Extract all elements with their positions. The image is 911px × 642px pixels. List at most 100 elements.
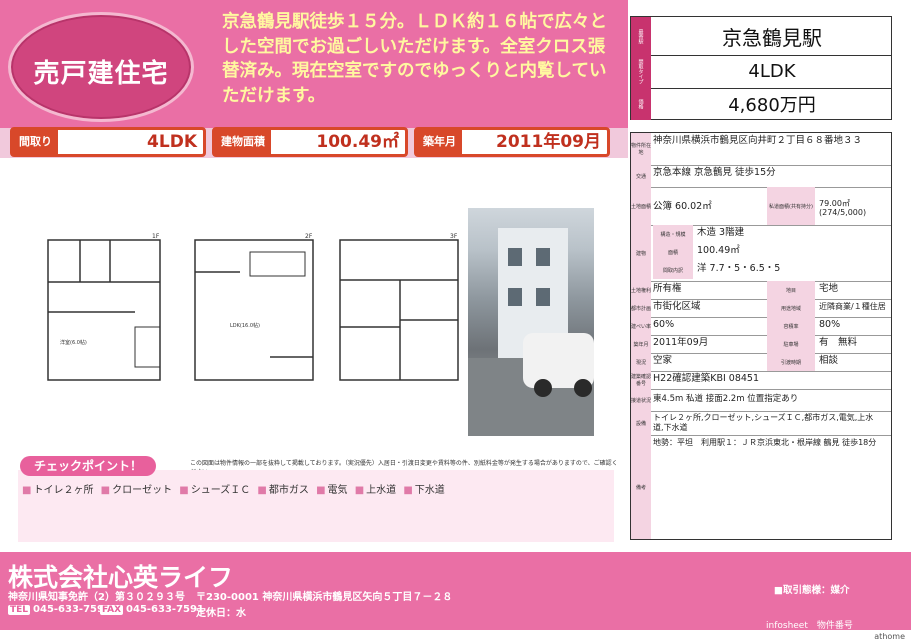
check-point-item: ■ 電気 bbox=[316, 485, 348, 496]
spec-layout-value: 4LDK bbox=[147, 132, 197, 152]
detail-value-address: 神奈川県横浜市鶴見区向井町２丁目６８番地３３ bbox=[653, 135, 863, 146]
company-tel: TEL 045-633-7590 bbox=[8, 604, 111, 615]
detail-sublabel: 構造・規模 bbox=[653, 225, 693, 243]
detail-sublabel: 引渡時期 bbox=[767, 353, 815, 371]
detail-row-equipment: 設備 トイレ２ヶ所,クローゼット,シューズＩＣ,都市ガス,電気,上水道,下水道 bbox=[631, 411, 891, 436]
summary-station-row: 最寄駅 京急鶴見駅 bbox=[631, 17, 891, 56]
detail-row-bcr: 建ぺい率 60% 容積率 80% bbox=[631, 317, 891, 336]
detail-value-parking: 有 無料 bbox=[819, 337, 858, 348]
detail-value-bcr: 60% bbox=[653, 319, 675, 330]
detail-row-traffic: 交通 京急本線 京急鶴見 徒歩15分 bbox=[631, 165, 891, 188]
detail-value-handover: 相談 bbox=[819, 355, 839, 366]
spec-layout: 間取り 4LDK bbox=[10, 127, 206, 157]
detail-label: 接道状況 bbox=[631, 389, 651, 411]
detail-value-structure: 木造 3階建 bbox=[697, 227, 745, 238]
spec-built: 築年月 2011年09月 bbox=[414, 127, 610, 157]
detail-row-building: 建物 構造・規模 木造 3階建 面積 100.49㎡ 間取内訳 洋 7.7・5・… bbox=[631, 225, 891, 282]
detail-value-land-use: 宅地 bbox=[819, 283, 839, 294]
floor-plan: 1F 2F 3F LDK(16.0帖) 洋室(6.0帖) bbox=[47, 233, 459, 381]
check-point-item: ■ 上水道 bbox=[354, 485, 397, 496]
detail-label: 物件所在地 bbox=[631, 133, 651, 165]
detail-label: 土地権利 bbox=[631, 281, 651, 299]
detail-row-land: 土地面積 公簿 60.02㎡ 私道面積(共有持分) 79.00㎡ (274/5,0… bbox=[631, 187, 891, 226]
detail-label: 現況 bbox=[631, 353, 651, 371]
company-license: 神奈川県知事免許（2）第３０２９３号 bbox=[8, 592, 185, 603]
summary-layout-row: 間取タイプ 4LDK bbox=[631, 55, 891, 89]
detail-label: 建築確認番号 bbox=[631, 371, 651, 389]
detail-row-road: 接道状況 東4.5m 私道 接面2.2m 位置指定あり bbox=[631, 389, 891, 412]
plan-label-3f: 3F bbox=[450, 233, 458, 240]
detail-label: 交通 bbox=[631, 165, 651, 187]
spec-built-value: 2011年09月 bbox=[496, 132, 601, 152]
detail-value-built: 2011年09月 bbox=[653, 337, 709, 348]
spec-layout-label: 間取り bbox=[13, 130, 58, 154]
detail-label: 設備 bbox=[631, 411, 651, 435]
check-point-item: ■ クローゼット bbox=[100, 485, 173, 496]
spec-floor-area-label: 建物面積 bbox=[215, 130, 271, 154]
detail-table: 物件所在地 神奈川県横浜市鶴見区向井町２丁目６８番地３３ 交通 京急本線 京急鶴… bbox=[630, 132, 892, 540]
detail-row-address: 物件所在地 神奈川県横浜市鶴見区向井町２丁目６８番地３３ bbox=[631, 133, 891, 166]
detail-value-private-road: 79.00㎡ (274/5,000) bbox=[819, 199, 867, 217]
plan-label-room: 洋室(6.0帖) bbox=[60, 339, 87, 346]
detail-value-land-right: 所有権 bbox=[653, 283, 682, 294]
footer: 株式会社心英ライフ 神奈川県知事免許（2）第３０２９３号 〒230-0001 神… bbox=[0, 552, 911, 641]
detail-sublabel: 地目 bbox=[767, 281, 815, 299]
detail-label: 建ぺい率 bbox=[631, 317, 651, 335]
detail-sublabel: 用途地域 bbox=[767, 299, 815, 317]
phone-icon: TEL bbox=[8, 605, 31, 615]
detail-value-remarks: 地勢：平坦 利用駅１：ＪＲ京浜東北・根岸線 鶴見 徒歩18分 bbox=[653, 438, 877, 447]
detail-value-status: 空家 bbox=[653, 355, 673, 366]
detail-label: 都市計画 bbox=[631, 299, 651, 317]
detail-row-status: 現況 空家 引渡時期 相談 bbox=[631, 353, 891, 372]
detail-sublabel: 面積 bbox=[653, 243, 693, 261]
company-fax: FAX 045-633-7591 bbox=[100, 604, 204, 615]
detail-value-far: 80% bbox=[819, 319, 841, 330]
detail-value-land: 公簿 60.02㎡ bbox=[653, 201, 712, 212]
company-holiday: 定休日：水 bbox=[196, 608, 246, 619]
detail-row-remarks: 備考 地勢：平坦 利用駅１：ＪＲ京浜東北・根岸線 鶴見 徒歩18分 bbox=[631, 435, 891, 539]
check-point-item: ■ 下水道 bbox=[403, 485, 445, 496]
fax-icon: FAX bbox=[100, 605, 124, 615]
header-banner: 売戸建住宅 京急鶴見駅徒歩１５分。ＬＤＫ約１６帖で広々とした空間でお過ごしいただ… bbox=[0, 0, 628, 128]
transaction-mode: ■取引態様：媒介 bbox=[774, 585, 850, 596]
detail-value-zoning: 近隣商業/１種住居 bbox=[819, 302, 886, 311]
detail-sublabel: 間取内訳 bbox=[653, 261, 693, 279]
detail-sublabel: 私道面積(共有持分) bbox=[767, 187, 815, 225]
athome-logo: athome bbox=[874, 632, 905, 641]
catch-copy: 京急鶴見駅徒歩１５分。ＬＤＫ約１６帖で広々とした空間でお過ごしいただけます。全室… bbox=[222, 12, 607, 106]
exterior-photo bbox=[468, 208, 594, 436]
detail-label: 建物 bbox=[631, 225, 651, 281]
detail-value-city-plan: 市街化区域 bbox=[653, 301, 701, 312]
detail-row-built: 築年月 2011年09月 駐車場 有 無料 bbox=[631, 335, 891, 354]
detail-value-room: 洋 7.7・5・6.5・5 bbox=[697, 263, 781, 274]
summary-price: 4,680万円 bbox=[728, 95, 816, 116]
check-point-item: ■ トイレ２ヶ所 bbox=[22, 485, 94, 496]
summary-layout-label: 間取タイプ bbox=[631, 55, 651, 88]
spec-floor-area-value: 100.49㎡ bbox=[316, 132, 399, 152]
plan-label-1f: 1F bbox=[152, 233, 160, 240]
plan-label-2f: 2F bbox=[305, 233, 313, 240]
detail-label: 備考 bbox=[631, 435, 651, 539]
spec-built-label: 築年月 bbox=[417, 130, 462, 154]
summary-table: 最寄駅 京急鶴見駅 間取タイプ 4LDK 価格 4,680万円 bbox=[630, 16, 892, 120]
company-address: 〒230-0001 神奈川県横浜市鶴見区矢向５丁目７－２８ bbox=[196, 592, 453, 603]
summary-station: 京急鶴見駅 bbox=[722, 25, 822, 50]
check-points-title: チェックポイント！ bbox=[20, 456, 156, 476]
detail-label: 築年月 bbox=[631, 335, 651, 353]
property-type-badge: 売戸建住宅 bbox=[8, 12, 194, 122]
check-point-item: ■ 都市ガス bbox=[257, 485, 309, 496]
detail-row-land-right: 土地権利 所有権 地目 宅地 bbox=[631, 281, 891, 300]
spec-floor-area: 建物面積 100.49㎡ bbox=[212, 127, 408, 157]
summary-price-row: 価格 4,680万円 bbox=[631, 88, 891, 120]
plan-label-ldk: LDK(16.0帖) bbox=[230, 322, 260, 329]
detail-value-traffic: 京急本線 京急鶴見 徒歩15分 bbox=[653, 167, 776, 178]
detail-sublabel: 容積率 bbox=[767, 317, 815, 335]
summary-price-label: 価格 bbox=[631, 88, 651, 120]
summary-station-label: 最寄駅 bbox=[631, 17, 651, 55]
check-points-list: ■ トイレ２ヶ所 ■ クローゼット ■ シューズＩＣ ■ 都市ガス ■ 電気 ■ 上水道 ■… bbox=[22, 481, 449, 496]
detail-value-road: 東4.5m 私道 接面2.2m 位置指定あり bbox=[653, 394, 799, 404]
check-point-item: ■ シューズＩＣ bbox=[179, 485, 251, 496]
detail-row-city-plan: 都市計画 市街化区域 用途地域 近隣商業/１種住居 bbox=[631, 299, 891, 318]
detail-value-permit: H22確認建築KBI 08451 bbox=[653, 373, 760, 384]
detail-value-equipment: トイレ２ヶ所,クローゼット,シューズＩＣ,都市ガス,電気,上水道,下水道 bbox=[653, 413, 874, 432]
